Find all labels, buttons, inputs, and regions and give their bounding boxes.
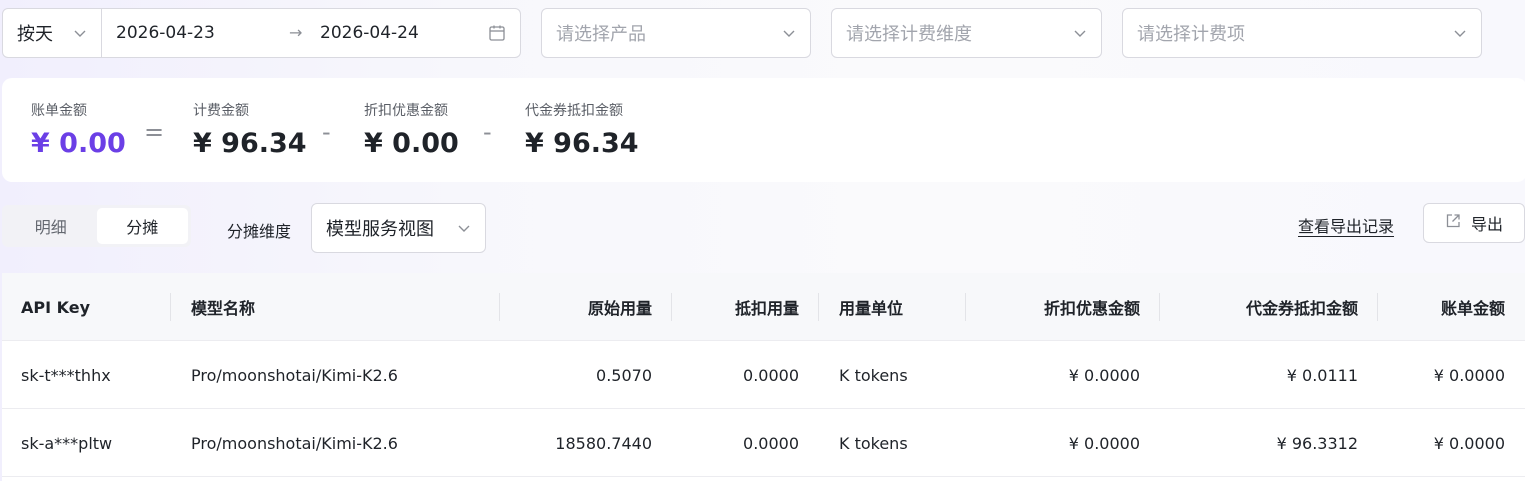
column-divider xyxy=(170,293,171,321)
cell-voucher-amount: ¥ 96.3312 xyxy=(1276,433,1358,453)
cell-voucher-amount: ¥ 0.0111 xyxy=(1286,365,1358,385)
table-row: sk-t***thhx Pro/moonshotai/Kimi-K2.6 0.5… xyxy=(2,341,1525,409)
column-divider xyxy=(1159,293,1160,321)
column-divider xyxy=(499,293,500,321)
product-select[interactable]: 请选择产品 xyxy=(541,8,811,58)
cell-bill-amount: ¥ 0.0000 xyxy=(1433,365,1505,385)
column-header-bill-amount[interactable]: 账单金额 xyxy=(1380,273,1505,341)
chevron-down-icon xyxy=(1073,26,1087,40)
product-select-placeholder: 请选择产品 xyxy=(556,24,646,45)
cell-deducted-usage: 0.0000 xyxy=(743,365,799,385)
voucher-amount-value: ¥ 96.34 xyxy=(525,128,639,159)
allocation-dimension-label: 分摊维度 xyxy=(227,222,292,241)
export-button-label: 导出 xyxy=(1470,215,1503,234)
export-button[interactable]: 导出 xyxy=(1423,203,1525,243)
chevron-down-icon xyxy=(1453,26,1467,40)
tab-allocation[interactable]: 分摊 xyxy=(96,208,188,244)
bill-amount-label: 账单金额 xyxy=(31,103,87,119)
column-header-usage-unit[interactable]: 用量单位 xyxy=(839,273,903,341)
billing-item-placeholder: 请选择计费项 xyxy=(1137,24,1245,45)
column-divider xyxy=(818,293,819,321)
charge-amount-value: ¥ 96.34 xyxy=(193,128,307,159)
column-divider xyxy=(671,293,672,321)
cell-model-name: Pro/moonshotai/Kimi-K2.6 xyxy=(191,433,398,453)
chevron-down-icon xyxy=(457,221,471,235)
column-divider xyxy=(1377,293,1378,321)
table-header: API Key 模型名称 原始用量 抵扣用量 用量单位 折扣优惠金额 代金券抵扣… xyxy=(2,273,1525,341)
cell-usage-unit: K tokens xyxy=(839,433,908,453)
minus-sign: - xyxy=(322,118,331,146)
voucher-amount: 代金券抵扣金额 ¥ 96.34 xyxy=(525,100,639,159)
cell-discount-amount: ¥ 0.0000 xyxy=(1068,433,1140,453)
minus-sign: - xyxy=(483,118,492,146)
calendar-icon[interactable] xyxy=(488,24,506,42)
chevron-down-icon xyxy=(782,26,796,40)
discount-amount: 折扣优惠金额 ¥ 0.00 xyxy=(364,100,459,159)
cell-api-key: sk-t***thhx xyxy=(21,365,111,385)
column-header-deducted-usage[interactable]: 抵扣用量 xyxy=(674,273,799,341)
equals-sign: = xyxy=(144,118,165,146)
range-arrow-icon: → xyxy=(289,23,303,42)
column-header-model-name[interactable]: 模型名称 xyxy=(191,273,255,341)
billing-item-select[interactable]: 请选择计费项 xyxy=(1122,8,1482,58)
date-start-input[interactable]: 2026-04-23 xyxy=(116,23,215,43)
cell-deducted-usage: 0.0000 xyxy=(743,433,799,453)
bill-amount: 账单金额 ¥ 0.00 xyxy=(31,100,126,159)
view-export-records-link[interactable]: 查看导出记录 xyxy=(1298,213,1394,237)
column-header-discount-amount[interactable]: 折扣优惠金额 xyxy=(968,273,1140,341)
discount-amount-value: ¥ 0.00 xyxy=(364,128,459,159)
voucher-amount-label: 代金券抵扣金额 xyxy=(525,103,623,119)
cell-discount-amount: ¥ 0.0000 xyxy=(1068,365,1140,385)
column-header-api-key[interactable]: API Key xyxy=(21,273,90,341)
cell-bill-amount: ¥ 0.0000 xyxy=(1433,433,1505,453)
charge-amount-label: 计费金额 xyxy=(193,103,249,119)
date-mode-label: 按天 xyxy=(17,24,53,45)
billing-dimension-placeholder: 请选择计费维度 xyxy=(846,24,972,45)
bill-amount-value: ¥ 0.00 xyxy=(31,128,126,159)
charge-amount: 计费金额 ¥ 96.34 xyxy=(193,100,307,159)
chevron-down-icon xyxy=(73,26,87,40)
bill-summary: 账单金额 ¥ 0.00 = 计费金额 ¥ 96.34 - 折扣优惠金额 ¥ 0.… xyxy=(2,78,1525,182)
date-mode-select[interactable]: 按天 xyxy=(3,9,102,57)
cell-raw-usage: 18580.7440 xyxy=(555,433,652,453)
cell-model-name: Pro/moonshotai/Kimi-K2.6 xyxy=(191,365,398,385)
tab-detail[interactable]: 明细 xyxy=(5,208,97,244)
date-range-picker[interactable]: 按天 2026-04-23 → 2026-04-24 xyxy=(2,8,521,58)
date-end-input[interactable]: 2026-04-24 xyxy=(320,23,419,43)
billing-dimension-select[interactable]: 请选择计费维度 xyxy=(831,8,1102,58)
view-tabs: 明细 分摊 xyxy=(2,205,191,247)
allocation-dimension-value: 模型服务视图 xyxy=(326,219,434,240)
allocation-table: API Key 模型名称 原始用量 抵扣用量 用量单位 折扣优惠金额 代金券抵扣… xyxy=(2,273,1525,481)
allocation-dimension-select[interactable]: 模型服务视图 xyxy=(311,203,486,253)
cell-usage-unit: K tokens xyxy=(839,365,908,385)
column-header-raw-usage[interactable]: 原始用量 xyxy=(502,273,652,341)
discount-amount-label: 折扣优惠金额 xyxy=(364,103,448,119)
cell-api-key: sk-a***pltw xyxy=(21,433,113,453)
cell-raw-usage: 0.5070 xyxy=(596,365,652,385)
column-divider xyxy=(965,293,966,321)
filter-bar: 按天 2026-04-23 → 2026-04-24 请选择产品 请选择计费维度… xyxy=(2,8,1525,58)
table-row: sk-a***pltw Pro/moonshotai/Kimi-K2.6 185… xyxy=(2,409,1525,477)
column-header-voucher-amount[interactable]: 代金券抵扣金额 xyxy=(1162,273,1358,341)
export-icon xyxy=(1445,213,1461,233)
